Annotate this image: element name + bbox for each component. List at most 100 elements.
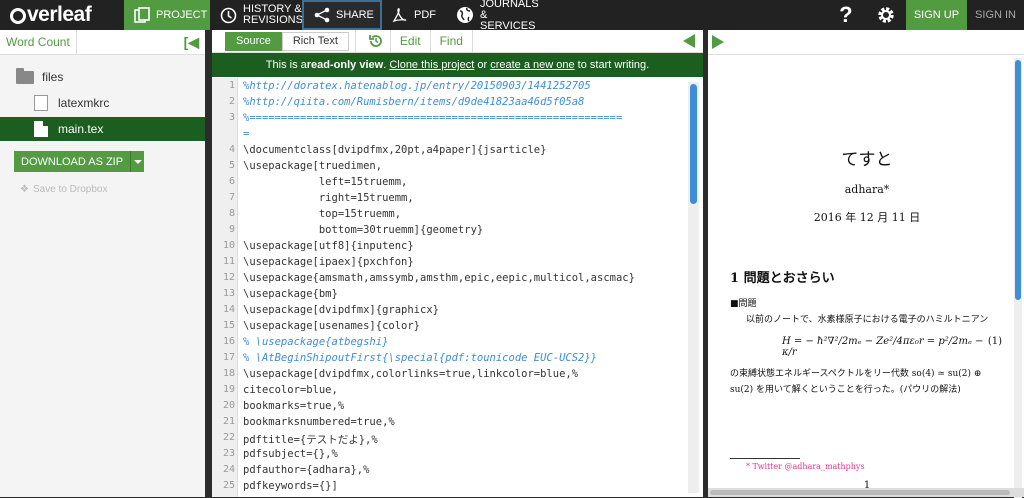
line-number: 6 [228, 176, 235, 187]
nav-share-label: SHARE [336, 8, 374, 21]
nav-project-label: PROJECT [156, 8, 208, 21]
code-line: left=15truemm, [243, 176, 408, 188]
code-line: \usepackage[truedimen, [243, 160, 383, 172]
save-dropbox-label: Save to Dropbox [32, 184, 108, 195]
history-toggle-button[interactable] [362, 29, 391, 53]
history-icon [369, 35, 382, 47]
line-number: 7 [228, 192, 235, 203]
signup-button[interactable]: SIGN UP [905, 0, 968, 30]
editor-toolbar: Source Rich Text Edit Find [212, 29, 703, 53]
code-line: % \usepackage{atbegshi} [243, 336, 389, 348]
editor-scroll-thumb[interactable] [690, 84, 697, 204]
doc-equation: H = − ħ²∇²/2mₑ − Ze²/4πε₀r = p²/2mₑ − κ/… [782, 336, 1002, 358]
file-tree-panel: Word Count [◀ files latexmkrc main.tex D… [0, 29, 205, 497]
nav-project[interactable]: PROJECT [124, 0, 210, 30]
logo-o-icon [10, 8, 26, 24]
tree-item-label: files [42, 70, 64, 84]
code-line: pdfkeywords={}] [243, 480, 338, 492]
line-number: 16 [222, 336, 235, 347]
download-caret-icon[interactable] [130, 151, 145, 172]
editor-scrollbar[interactable] [688, 82, 699, 493]
code-line: \usepackage[utf8]{inputenc} [243, 240, 414, 252]
collapse-editor-icon[interactable] [683, 34, 695, 48]
readonly-suffix: to start writing. [574, 59, 650, 71]
settings-button[interactable] [866, 0, 906, 30]
code-editor[interactable]: 1 %http://doratex.hatenablog.jp/entry/201… [212, 78, 688, 497]
readonly-bold: read-only view [306, 59, 384, 71]
nav-history-label: HISTORY & REVISIONS [243, 3, 303, 26]
overleaf-logo[interactable]: verleaf [0, 0, 124, 30]
tree-file-main-tex[interactable]: main.tex [0, 117, 205, 141]
create-new-link[interactable]: create a new one [490, 59, 574, 71]
question-icon: ? [839, 2, 853, 27]
code-line: top=15truemm, [243, 208, 402, 220]
help-button[interactable]: ? [826, 0, 866, 30]
doc-footnote[interactable]: * Twitter @adhara_mathphys [746, 462, 865, 471]
line-number: 1 [228, 80, 235, 91]
preview-scroll-thumb[interactable] [1015, 60, 1021, 300]
find-button[interactable]: Find [431, 29, 473, 53]
expand-preview-icon[interactable] [712, 35, 724, 49]
line-number: 3 [228, 112, 235, 123]
save-dropbox-button[interactable]: ❖ Save to Dropbox [20, 184, 107, 195]
signin-button[interactable]: SIGN IN [967, 0, 1024, 30]
code-line: pdfsubject={},% [243, 448, 338, 460]
line-number: 2 [228, 96, 235, 107]
nav-journals[interactable]: JOURNALS & SERVICES [446, 0, 546, 31]
dropbox-icon: ❖ [20, 184, 29, 195]
line-number: 19 [222, 384, 235, 395]
doc-paragraph-1: 以前のノートで、水素様原子における電子のハミルトニアン [746, 315, 989, 325]
line-number: 25 [222, 480, 235, 491]
readonly-prefix: This is a [265, 59, 307, 71]
tree-file-latexmkrc[interactable]: latexmkrc [0, 91, 205, 115]
code-line: \usepackage[dvipdfmx,colorlinks=true,lin… [243, 368, 579, 380]
word-count-button[interactable]: Word Count [6, 29, 77, 55]
preview-header [708, 30, 1024, 55]
code-line: \usepackage[ipaex]{pxchfon} [243, 256, 414, 268]
code-line: = [243, 128, 250, 140]
code-line: \usepackage[usenames]{color} [243, 320, 421, 332]
editor-panel: Source Rich Text Edit Find This is a rea… [212, 29, 703, 497]
folder-icon [16, 67, 34, 84]
file-icon [34, 95, 48, 111]
code-line: %http://qiita.com/Rumisbern/items/d9de41… [243, 96, 585, 108]
download-zip-button[interactable]: DOWNLOAD AS ZIP [14, 151, 131, 172]
code-line: pdftitle={テストだよ},% [243, 434, 378, 446]
edit-button[interactable]: Edit [391, 29, 431, 53]
file-icon [34, 121, 48, 137]
share-icon [314, 7, 330, 23]
doc-section-heading: 1 問題とおさらい [730, 271, 835, 286]
read-only-banner: This is a read-only view . Clone this pr… [212, 53, 703, 77]
collapse-left-icon[interactable]: [◀ [184, 34, 199, 51]
pdf-icon [392, 8, 407, 23]
preview-scrollbar[interactable] [1014, 58, 1022, 498]
nav-pdf[interactable]: PDF [382, 0, 446, 30]
line-number: 5 [228, 160, 235, 171]
line-number: 18 [222, 368, 235, 379]
tab-source[interactable]: Source [225, 31, 282, 51]
tree-item-label: latexmkrc [58, 96, 110, 110]
tab-rich-text[interactable]: Rich Text [281, 31, 349, 51]
code-line: bookmarksnumbered=true,% [243, 416, 395, 428]
pdf-page: てすと adhara* 2016 年 12 月 11 日 1 問題とおさらい ■… [722, 60, 1012, 491]
preview-hscrollbar[interactable] [708, 488, 1024, 497]
file-tree: files latexmkrc main.tex [0, 55, 205, 141]
doc-title: てすと [841, 150, 893, 170]
preview-hscroll-thumb[interactable] [710, 490, 1010, 495]
line-number: 4 [228, 144, 235, 155]
line-number: 20 [222, 400, 235, 411]
project-icon [134, 7, 150, 23]
line-number: 8 [228, 208, 235, 219]
doc-paragraph-2b: su(2) を用いて解くということを行った。(パウリの解法) [730, 385, 961, 395]
nav-history[interactable]: HISTORY & REVISIONS [210, 0, 303, 30]
tree-folder-files[interactable]: files [0, 65, 205, 89]
clone-project-link[interactable]: Clone this project [389, 59, 474, 71]
line-number: 10 [222, 240, 235, 251]
line-number: 22 [222, 432, 235, 443]
code-line: pdfauthor={adhara},% [243, 464, 370, 476]
nav-share[interactable]: SHARE [302, 0, 382, 30]
file-tree-header: Word Count [◀ [0, 29, 205, 55]
logo-text: verleaf [27, 3, 92, 26]
globe-icon [457, 7, 473, 23]
line-number: 21 [222, 416, 235, 427]
